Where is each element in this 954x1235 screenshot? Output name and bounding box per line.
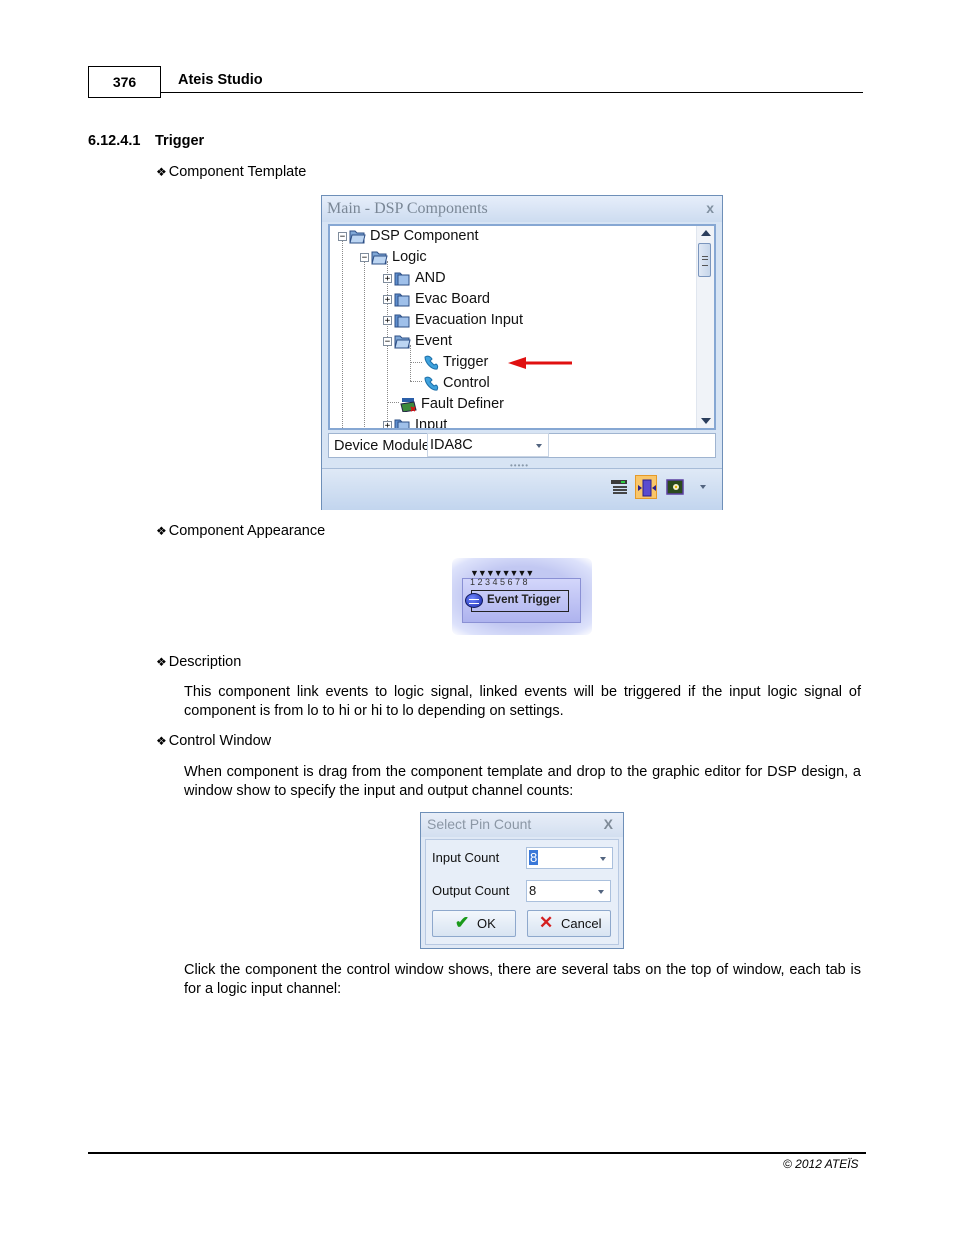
- dialog-titlebar: Select Pin Count X: [421, 813, 623, 837]
- cancel-button[interactable]: ✕ Cancel: [527, 910, 611, 937]
- window-title: Main - DSP Components: [327, 200, 488, 217]
- tree-guide-line: [387, 402, 399, 403]
- tree-guide-line: [410, 381, 422, 382]
- folder-closed-icon: [394, 314, 410, 328]
- output-count-select[interactable]: 8: [526, 880, 611, 902]
- diamond-bullet-icon: ❖: [156, 734, 167, 748]
- page-number: 376: [88, 66, 161, 98]
- diamond-bullet-icon: ❖: [156, 165, 167, 179]
- folder-open-icon: [371, 251, 388, 265]
- scroll-up-icon[interactable]: [701, 230, 711, 236]
- expand-icon[interactable]: +: [383, 315, 392, 325]
- expand-icon[interactable]: +: [383, 273, 392, 283]
- bullet-component-appearance: ❖ Component Appearance: [156, 523, 325, 539]
- window-toolbar: [322, 468, 722, 510]
- cancel-label: Cancel: [561, 916, 602, 931]
- header-rule: [161, 92, 863, 93]
- red-arrow-annotation-icon: [508, 357, 572, 369]
- tree-scrollbar[interactable]: [696, 226, 714, 428]
- tree-item-trigger[interactable]: Trigger: [422, 352, 488, 372]
- event-icon: [465, 593, 483, 608]
- close-icon[interactable]: X: [604, 816, 613, 832]
- bullet-label: Description: [168, 654, 242, 670]
- bullet-label: Control Window: [168, 733, 272, 749]
- ok-button[interactable]: ✔ OK: [432, 910, 516, 937]
- checkmark-icon: ✔: [455, 913, 470, 932]
- diamond-bullet-icon: ❖: [156, 655, 167, 669]
- device-module-value: IDA8C: [430, 437, 473, 453]
- device-module-select[interactable]: IDA8C: [427, 433, 549, 457]
- device-module-label: Device Module: [334, 438, 430, 454]
- section-heading: 6.12.4.1 Trigger: [88, 133, 204, 149]
- phone-handset-icon: [424, 376, 439, 391]
- tree-item-dsp-component[interactable]: − DSP Component: [338, 226, 479, 246]
- collapse-icon[interactable]: −: [383, 336, 392, 346]
- input-count-label: Input Count: [432, 850, 500, 865]
- folder-open-icon: [394, 335, 411, 349]
- tree-item-control[interactable]: Control: [422, 373, 490, 393]
- tree-guide-line: [410, 362, 422, 363]
- tree-item-input[interactable]: + Input: [383, 415, 447, 428]
- close-icon[interactable]: x: [706, 200, 714, 216]
- component-view-button[interactable]: [635, 475, 657, 499]
- toolbar-overflow-icon[interactable]: [700, 485, 706, 489]
- chevron-down-icon[interactable]: [600, 857, 606, 861]
- output-count-label: Output Count: [432, 883, 510, 898]
- diamond-bullet-icon: ❖: [156, 524, 167, 538]
- dsp-components-window: Main - DSP Components x − DSP Component −…: [321, 195, 723, 510]
- tree-guide-line: [364, 261, 365, 428]
- footer-rule: [88, 1152, 866, 1154]
- tree-item-evac-board[interactable]: + Evac Board: [383, 289, 490, 309]
- scroll-thumb[interactable]: [698, 243, 711, 277]
- bullet-label: Component Template: [168, 164, 307, 180]
- collapse-icon[interactable]: −: [338, 231, 347, 241]
- scroll-down-icon[interactable]: [701, 418, 711, 424]
- input-count-select[interactable]: 8: [526, 847, 613, 869]
- folder-closed-icon: [394, 272, 410, 286]
- document-title: Ateis Studio: [178, 72, 263, 88]
- bullet-control-window: ❖ Control Window: [156, 733, 271, 749]
- output-count-value: 8: [529, 883, 537, 898]
- chevron-down-icon[interactable]: [536, 444, 542, 448]
- section-title: Trigger: [155, 133, 205, 149]
- phone-handset-icon: [424, 355, 439, 370]
- folder-open-icon: [349, 230, 366, 244]
- description-paragraph: This component link events to logic sign…: [184, 684, 861, 719]
- dialog-title: Select Pin Count: [427, 816, 532, 832]
- control-window-paragraph: When component is drag from the componen…: [184, 764, 861, 799]
- chevron-down-icon[interactable]: [598, 890, 604, 894]
- select-pin-count-dialog: Select Pin Count X Input Count 8 Output …: [420, 812, 624, 949]
- bullet-description: ❖ Description: [156, 654, 241, 670]
- section-number: 6.12.4.1: [88, 133, 141, 149]
- list-view-icon: [611, 480, 627, 494]
- ok-label: OK: [477, 916, 496, 931]
- bullet-label: Component Appearance: [168, 523, 326, 539]
- component-view-icon: [638, 479, 656, 497]
- collapse-icon[interactable]: −: [360, 252, 369, 262]
- input-count-value: 8: [529, 850, 539, 865]
- cross-icon: ✕: [539, 913, 554, 932]
- tree-item-and[interactable]: + AND: [383, 268, 446, 288]
- component-label: Event Trigger: [487, 594, 561, 606]
- fault-definer-icon: [400, 397, 417, 412]
- folder-closed-icon: [394, 419, 410, 428]
- tree-item-logic[interactable]: − Logic: [360, 247, 427, 267]
- expand-icon[interactable]: +: [383, 420, 392, 428]
- tree-item-fault-definer[interactable]: Fault Definer: [400, 394, 504, 414]
- tree-item-evacuation-input[interactable]: + Evacuation Input: [383, 310, 523, 330]
- device-module-row: Device Module IDA8C: [328, 433, 716, 458]
- folder-closed-icon: [394, 293, 410, 307]
- pin-numbers: 12345678: [470, 577, 531, 587]
- expand-icon[interactable]: +: [383, 294, 392, 304]
- click-component-paragraph: Click the component the control window s…: [184, 962, 861, 997]
- window-titlebar: Main - DSP Components x: [322, 196, 722, 222]
- list-view-button[interactable]: [608, 475, 630, 499]
- tree-item-event[interactable]: − Event: [383, 331, 452, 351]
- bullet-component-template: ❖ Component Template: [156, 164, 306, 180]
- copyright: © 2012 ATEÏS: [783, 1157, 859, 1171]
- component-tree: − DSP Component − Logic + AND + Evac Board +…: [328, 224, 716, 430]
- image-view-button[interactable]: [664, 475, 686, 499]
- image-view-icon: [666, 479, 684, 495]
- tree-guide-line: [342, 240, 343, 428]
